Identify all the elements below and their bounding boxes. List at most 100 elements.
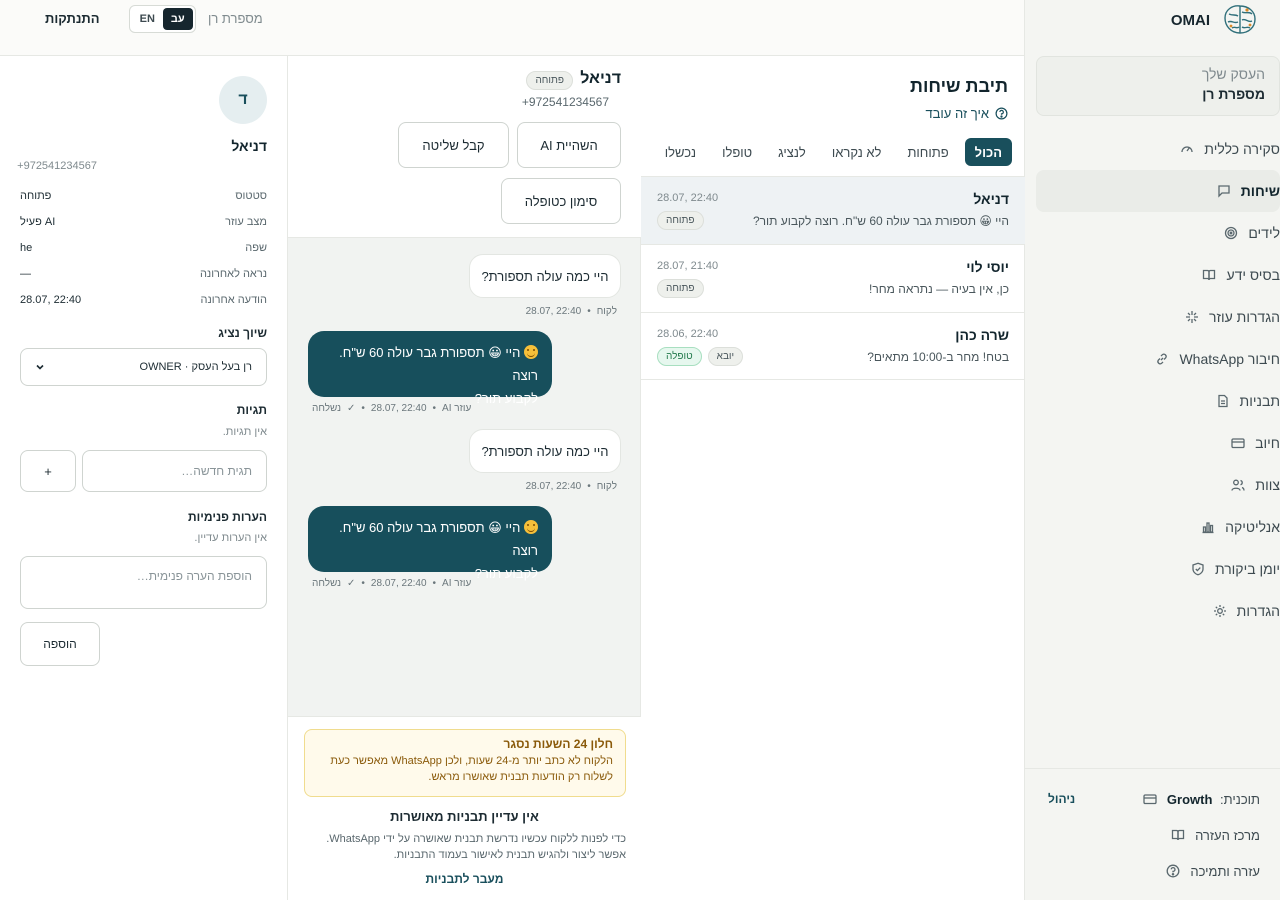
inbox-panel: תיבת שיחות איך זה עובד הכול פתוחות לא נק… <box>640 56 1025 900</box>
chat-contact-name: דניאל <box>580 70 621 87</box>
sidebar-item-conversations[interactable]: שיחות <box>1036 170 1280 212</box>
sidebar-item-label: סקירה כללית <box>1204 141 1280 157</box>
message-line: היי 😀 תספורת גבר עולה 60 ש"ח. רוצה <box>322 516 538 562</box>
window-closed-alert: חלון 24 השעות נסגר הלקוח לא כתב יותר מ-2… <box>304 729 626 797</box>
go-to-templates-link[interactable]: מעבר לתבניות <box>288 872 641 886</box>
row-key: הודעה אחרונה <box>200 294 268 306</box>
sidebar-item-label: אנליטיקה <box>1225 519 1280 535</box>
sidebar-item-whatsapp[interactable]: חיבור WhatsApp <box>1036 338 1280 380</box>
logout-button[interactable]: התנתקות <box>45 11 100 26</box>
mark-handled-button[interactable]: סימון כטופלה <box>501 178 621 224</box>
conversation-time: 28.07, 22:40 <box>657 192 719 204</box>
plan-manage-link[interactable]: ניהול <box>1048 792 1075 806</box>
sidebar-item-label: צוות <box>1255 477 1280 493</box>
sidebar-item-label: תבניות <box>1239 393 1280 409</box>
how-it-works-link[interactable]: איך זה עובד <box>925 106 1008 121</box>
profile-name: דניאל <box>231 138 267 154</box>
message-time: 28.07, 22:40 <box>525 306 582 317</box>
conversation-name: דניאל <box>973 191 1009 207</box>
sidebar-item-billing[interactable]: חיוב <box>1036 422 1280 464</box>
conversation-preview: היי 😀 תספורת גבר עולה 60 ש"ח. רוצה לקבוע… <box>752 214 1009 228</box>
message-time: 28.07, 22:40 <box>525 481 582 492</box>
sidebar-item-templates[interactable]: תבניות <box>1036 380 1280 422</box>
support-link[interactable]: עזרה ותמיכה <box>1024 853 1280 889</box>
help-center-link[interactable]: מרכז העזרה <box>1024 817 1280 853</box>
message-time: 28.07, 22:40 <box>370 578 427 589</box>
status-badge: טופלה <box>657 347 702 366</box>
status-badge: פתוחה <box>657 279 704 298</box>
take-control-button[interactable]: קבל שליטה <box>398 122 509 168</box>
sidebar-item-team[interactable]: צוות <box>1036 464 1280 506</box>
profile-row-language: שפה he <box>20 242 267 260</box>
message-line: היי 😀 תספורת גבר עולה 60 ש"ח. רוצה <box>322 341 538 387</box>
profile-row-last-message: הודעה אחרונה 28.07, 22:40 <box>20 294 267 312</box>
row-value: 28.07, 22:40 <box>20 294 82 306</box>
message-meta: עוזר AI • 28.07, 22:40 • ✓ נשלחה <box>312 403 472 414</box>
conversation-preview: בטח! מחר ב-10:00 מתאים? <box>867 350 1009 364</box>
shield-icon <box>1191 562 1205 576</box>
tab-all[interactable]: הכול <box>964 138 1012 166</box>
lang-he-button[interactable]: עב <box>162 8 193 30</box>
chat-footer: חלון 24 השעות נסגר הלקוח לא כתב יותר מ-2… <box>288 716 641 900</box>
sidebar-item-label: הגדרות <box>1236 603 1280 619</box>
business-label: העסק שלך <box>1201 66 1265 82</box>
status-badge: פתוחה <box>657 211 704 230</box>
tab-to-agent[interactable]: לנציג <box>768 138 816 166</box>
language-toggle[interactable]: EN עב <box>129 5 196 33</box>
conversation-item[interactable]: יוסי לוי 28.07, 21:40 כן, אין בעיה — נתר… <box>641 244 1025 312</box>
add-note-button[interactable]: הוספה <box>20 622 100 666</box>
new-tag-input[interactable]: תגית חדשה… <box>82 450 267 492</box>
business-card[interactable]: העסק שלך מספרת רן <box>1036 56 1280 116</box>
tab-unread[interactable]: לא נקראו <box>822 138 892 166</box>
avatar: ד <box>219 76 267 124</box>
conversation-name: שרה כהן <box>955 327 1009 343</box>
conversation-item[interactable]: שרה כהן 28.06, 22:40 בטח! מחר ב-10:00 מת… <box>641 312 1025 380</box>
internal-note-textarea[interactable]: הוספת הערה פנימית… <box>20 556 267 609</box>
smile-emoji-icon <box>524 520 538 534</box>
tags-title: תגיות <box>236 403 267 417</box>
brand[interactable]: OMAI <box>1171 2 1260 38</box>
tab-failed[interactable]: נכשלו <box>655 138 706 166</box>
assign-agent-value: רן בעל העסק · OWNER <box>139 361 252 373</box>
profile-phone: +972541234567 <box>17 160 97 172</box>
incoming-message: היי כמה עולה תספורת? <box>469 254 621 298</box>
message-sender: עוזר AI <box>442 403 472 414</box>
row-key: שפה <box>245 242 267 254</box>
message-meta: לקוח • 28.07, 22:40 <box>525 481 617 492</box>
tags-empty: אין תגיות. <box>222 426 267 438</box>
sidebar-bottom: תוכנית: Growth ניהול מרכז העזרה עזרה ותמ… <box>1024 768 1280 889</box>
assign-agent-title: שיוך נציג <box>218 326 267 340</box>
message-meta: לקוח • 28.07, 22:40 <box>525 306 617 317</box>
inbox-title: תיבת שיחות <box>910 76 1008 96</box>
sidebar-item-overview[interactable]: סקירה כללית <box>1036 128 1280 170</box>
sidebar-item-analytics[interactable]: אנליטיקה <box>1036 506 1280 548</box>
conversation-list: דניאל 28.07, 22:40 היי 😀 תספורת גבר עולה… <box>641 176 1025 380</box>
sidebar-item-assistant-settings[interactable]: הגדרות עוזר <box>1036 296 1280 338</box>
add-tag-button[interactable]: + <box>20 450 76 492</box>
row-key: סטטוס <box>235 190 267 202</box>
sidebar-item-label: הגדרות עוזר <box>1208 309 1280 325</box>
tab-open[interactable]: פתוחות <box>897 138 958 166</box>
message-list: היי כמה עולה תספורת? לקוח • 28.07, 22:40 … <box>288 238 641 716</box>
bar-chart-icon <box>1201 520 1215 534</box>
target-icon <box>1224 226 1238 240</box>
row-value: AI פעיל <box>20 216 56 228</box>
brand-name: OMAI <box>1170 11 1210 29</box>
internal-notes-empty: אין הערות עדיין. <box>194 532 267 544</box>
chat-contact-phone: +972541234567 <box>521 95 609 109</box>
gauge-icon <box>1180 142 1194 156</box>
conversation-item[interactable]: דניאל 28.07, 22:40 היי 😀 תספורת גבר עולה… <box>641 176 1025 244</box>
users-icon <box>1231 478 1246 492</box>
lang-en-button[interactable]: EN <box>132 8 163 30</box>
assign-agent-select[interactable]: רן בעל העסק · OWNER <box>20 348 267 386</box>
sidebar-item-label: בסיס ידע <box>1226 267 1280 283</box>
sidebar-item-audit-log[interactable]: יומן ביקורת <box>1036 548 1280 590</box>
message-status: נשלחה <box>312 403 342 414</box>
sidebar-item-settings[interactable]: הגדרות <box>1036 590 1280 632</box>
sidebar-item-knowledge-base[interactable]: בסיס ידע <box>1036 254 1280 296</box>
profile-row-last-seen: נראה לאחרונה — <box>20 268 267 286</box>
pause-ai-button[interactable]: השהיית AI <box>517 122 621 168</box>
tab-handled[interactable]: טופלו <box>712 138 762 166</box>
sidebar-item-label: יומן ביקורת <box>1214 561 1280 577</box>
sidebar-item-leads[interactable]: לידים <box>1036 212 1280 254</box>
